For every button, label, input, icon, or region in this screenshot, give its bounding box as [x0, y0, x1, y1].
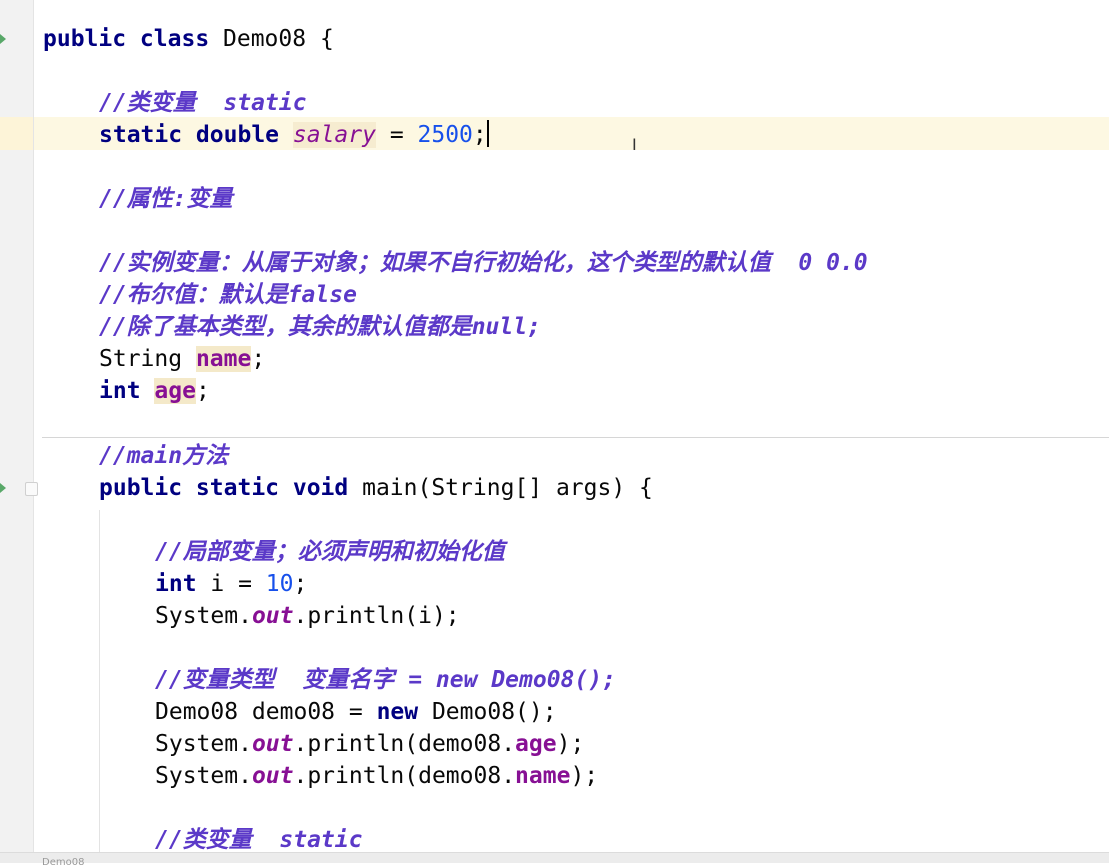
- code-line-19: //类变量 static: [155, 824, 362, 853]
- code-text: System.: [155, 731, 252, 757]
- code-text: ;: [293, 571, 308, 597]
- static-field-out: out: [251, 763, 294, 789]
- keyword: public class: [43, 26, 210, 52]
- keyword: new: [376, 699, 419, 725]
- run-main-icon[interactable]: [0, 483, 6, 493]
- code-text: ;: [472, 122, 487, 148]
- code-line-2: //类变量 static: [99, 87, 306, 119]
- code-line-9: int age;: [99, 375, 210, 407]
- code-text: System.: [155, 603, 252, 629]
- code-line-8: String name;: [99, 343, 265, 375]
- mouse-ibeam-cursor-icon: I: [632, 135, 637, 154]
- code-text: =: [375, 122, 418, 148]
- comment: //局部变量；必须声明和初始化值: [155, 539, 505, 565]
- field-age[interactable]: age: [154, 378, 196, 404]
- code-text: Demo08 demo08 =: [155, 699, 377, 725]
- number-literal: 2500: [417, 122, 473, 148]
- static-field-salary[interactable]: salary: [292, 122, 376, 148]
- field-ref-name: name: [515, 763, 571, 789]
- field-ref-age: age: [515, 731, 557, 757]
- code-line-10: //main方法: [99, 440, 228, 472]
- comment: //除了基本类型，其余的默认值都是null;: [99, 314, 541, 340]
- code-line-18: System.out.println(demo08.name);: [155, 760, 598, 792]
- comment: //类变量 static: [99, 90, 307, 116]
- code-text: );: [556, 731, 585, 757]
- code-text: .println(i);: [293, 603, 460, 629]
- code-text: main(String[] args) {: [348, 475, 653, 501]
- code-line-13: int i = 10;: [155, 568, 307, 600]
- type-name: String: [99, 346, 196, 372]
- run-class-icon[interactable]: [0, 34, 6, 44]
- keyword: int: [99, 378, 141, 404]
- static-field-out: out: [251, 731, 294, 757]
- code-line-3: static double salary = 2500;: [99, 119, 489, 151]
- code-text: Demo08 {: [209, 26, 334, 52]
- comment: //属性:变量: [99, 186, 233, 212]
- keyword: int: [155, 571, 197, 597]
- code-line-15: //变量类型 变量名字 = new Demo08();: [155, 664, 616, 696]
- code-text: .println(demo08.: [293, 763, 516, 789]
- code-text: Demo08();: [418, 699, 557, 725]
- code-line-1: public class Demo08 {: [43, 23, 334, 55]
- code-line-6: //布尔值：默认是false: [99, 279, 357, 311]
- method-separator: [42, 437, 1109, 438]
- number-literal: 10: [265, 571, 294, 597]
- code-line-5: //实例变量：从属于对象；如果不自行初始化，这个类型的默认值 0 0.0: [99, 247, 868, 279]
- code-text: ;: [195, 378, 210, 404]
- code-line-4: //属性:变量: [99, 183, 233, 215]
- code-text: ;: [251, 346, 266, 372]
- code-line-12: //局部变量；必须声明和初始化值: [155, 536, 505, 568]
- code-text: .println(demo08.: [293, 731, 516, 757]
- code-line-16: Demo08 demo08 = new Demo08();: [155, 696, 557, 728]
- code-text: i =: [196, 571, 266, 597]
- code-line-17: System.out.println(demo08.age);: [155, 728, 584, 760]
- comment: //main方法: [99, 443, 229, 469]
- field-name[interactable]: name: [195, 346, 252, 372]
- comment: //实例变量：从属于对象；如果不自行初始化，这个类型的默认值 0 0.0: [99, 250, 868, 276]
- keyword: static double: [99, 122, 280, 148]
- keyword: public static void: [99, 475, 349, 501]
- static-field-out: out: [251, 603, 294, 629]
- comment: //布尔值：默认是false: [99, 282, 357, 308]
- code-line-11: public static void main(String[] args) {: [99, 472, 653, 504]
- code-editor[interactable]: public class Demo08 { //类变量 static stati…: [34, 0, 1109, 853]
- text-caret: [486, 120, 489, 147]
- code-line-7: //除了基本类型，其余的默认值都是null;: [99, 311, 541, 343]
- comment: //类变量 static: [155, 827, 363, 853]
- indent-guide: [99, 510, 100, 853]
- current-line-gutter-highlight: [0, 117, 33, 150]
- code-text: );: [570, 763, 599, 789]
- code-text: System.: [155, 763, 252, 789]
- code-line-14: System.out.println(i);: [155, 600, 460, 632]
- bottom-tab-strip[interactable]: Demo08: [0, 852, 1109, 868]
- comment: //变量类型 变量名字 = new Demo08();: [155, 667, 616, 693]
